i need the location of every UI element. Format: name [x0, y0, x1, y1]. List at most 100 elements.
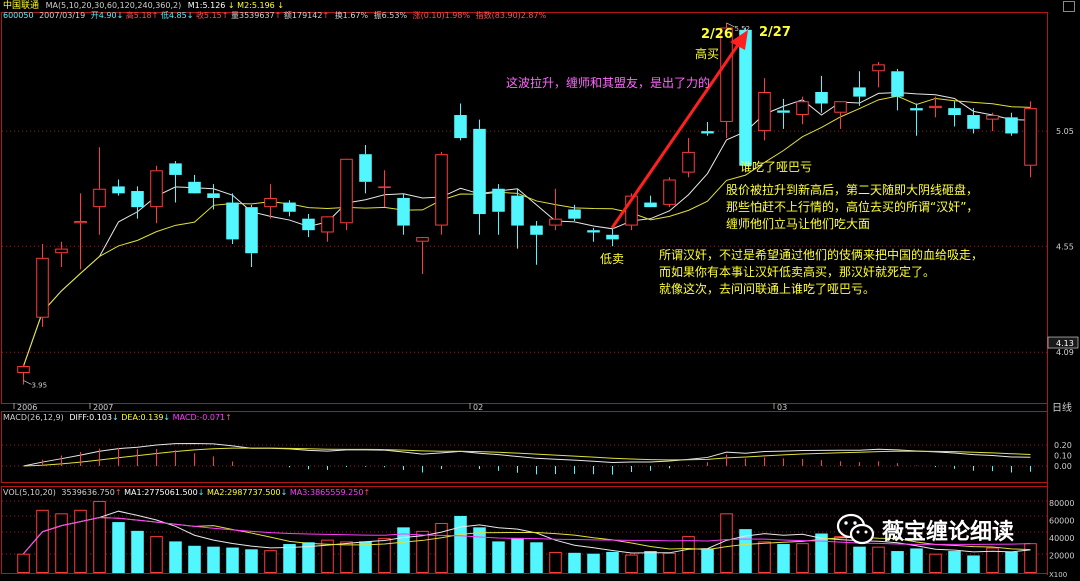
candle-body-up	[93, 188, 106, 208]
vol-ma2: MA2:2987737.500	[206, 488, 281, 497]
candle-body-up	[340, 158, 353, 224]
current-price-tag: 4.13	[1056, 339, 1074, 348]
para2-line: 所谓汉奸，不过是希望通过他们的伎俩来把中国的血给吸走，	[659, 248, 984, 262]
candle-body-down	[397, 197, 410, 226]
candle-body-up	[663, 179, 676, 205]
candle-body-down	[967, 115, 980, 129]
volume-bar-down	[644, 551, 657, 573]
volume-bar-down	[587, 553, 600, 573]
candle-body-down	[701, 131, 714, 134]
candle-body-down	[568, 209, 581, 219]
annotation-high-buy: 高买	[695, 47, 720, 61]
vol-header: VOL(5,10,20) 3539636.750↑ MA1:2775061.50…	[3, 488, 371, 497]
annotation-low-sell: 低卖	[600, 252, 625, 266]
volume-bar-down	[207, 546, 220, 573]
annotation-date-b: 2/27	[759, 25, 791, 40]
volume-bar-down	[492, 541, 505, 573]
stock-title: 中国联通	[3, 1, 40, 11]
para1-line: 缠师他们立马让他们吃大面	[726, 217, 871, 231]
price-tick-label: 4.09	[1056, 348, 1074, 357]
index-value: 指数(83.90)2.87%	[475, 11, 547, 20]
candle-body-up	[378, 186, 391, 188]
high-marker-label: 5.52	[735, 25, 751, 33]
volume-bar-up	[720, 513, 733, 573]
candle-body-down	[587, 230, 600, 233]
date-tick-label: 03	[777, 403, 787, 412]
open-price: 开4.90	[90, 11, 117, 20]
volume-bar-down	[226, 547, 239, 573]
volume-bar-up	[74, 509, 87, 573]
volume-bar-up	[1024, 543, 1037, 574]
volume-bar-down	[359, 541, 372, 573]
candle-body-up	[321, 216, 334, 233]
candle-body-down	[302, 218, 315, 231]
vol-tick-label: 60000	[1049, 516, 1074, 525]
arrow-shaft	[610, 41, 742, 229]
candle-body-down	[283, 202, 296, 212]
close-price: 收5.15	[195, 11, 222, 20]
volume-bar-down	[245, 549, 258, 573]
candle-body-up	[872, 64, 885, 72]
amount-value: 额179142	[283, 11, 323, 20]
candle-body-up	[150, 170, 163, 208]
candle-body-down	[188, 181, 201, 194]
watermark: 薇宝缠论细读	[836, 513, 1014, 547]
candle-body-down	[169, 163, 182, 175]
wechat-icon	[836, 513, 875, 545]
candle-body-down	[891, 71, 904, 97]
candle-body-down	[359, 154, 372, 182]
candle-body-up	[17, 366, 30, 373]
candle-body-up	[416, 237, 429, 242]
watermark-text: 薇宝缠论细读	[882, 520, 1015, 545]
candle-body-up	[682, 151, 695, 173]
candle-body-up	[1024, 108, 1037, 166]
volume-bar-down	[701, 548, 714, 573]
volume-bar-down	[112, 522, 125, 573]
low-marker-line	[23, 380, 32, 385]
macd-tick-label: 0.00	[1054, 462, 1072, 471]
macd-tick-label: 0.10	[1054, 452, 1072, 461]
volume-value: 量3539637	[231, 11, 275, 20]
annotation-para-2: 所谓汉奸，不过是希望通过他们的伎俩来把中国的血给吸走， 而如果你有本事让汉奸低卖…	[659, 247, 983, 298]
volume-bar-down	[853, 546, 866, 573]
annotation-para-1: 股价被拉升到新高后，第二天随即大阴线砸盘， 那些怕赶不上行情的，高位去买的所谓“…	[726, 182, 978, 233]
candle-body-up	[74, 220, 87, 224]
candle-body-down	[112, 186, 125, 194]
macd-value: MACD:-0.071	[172, 413, 226, 422]
volume-bar-down	[169, 541, 182, 573]
candle-body-up	[549, 218, 562, 226]
para1-line: 股价被拉升到新高后，第二天随即大阴线砸盘，	[726, 183, 979, 197]
volume-bar-up	[93, 501, 106, 573]
vol-ma1: MA1:2775061.500	[124, 488, 198, 497]
candle-body-down	[777, 110, 790, 113]
volume-bar-up	[758, 541, 771, 574]
scroll-box[interactable]	[1063, 1, 1075, 12]
volume-bar-down	[131, 530, 144, 573]
volume-bar-up	[663, 552, 676, 573]
volume-bar-down	[530, 542, 543, 573]
change-value: 涨(0.10)1.98%	[412, 11, 471, 20]
candle-body-down	[226, 202, 239, 240]
vol-tick-label: 80000	[1049, 499, 1074, 508]
annotation-date-a: 2/26	[701, 27, 733, 42]
volume-bar-down	[283, 544, 296, 573]
daily-axis-label: 日线	[1052, 403, 1072, 414]
volume-bar-down	[891, 551, 904, 573]
volume-bar-down	[473, 527, 486, 573]
annotation-who-lost: 谁吃了哑巴亏	[740, 160, 813, 174]
volume-bar-up	[682, 536, 695, 574]
volume-bar-up	[625, 554, 638, 573]
price-tick-label: 5.05	[1056, 127, 1074, 136]
volume-bar-up	[340, 541, 353, 574]
vol-label: VOL(5,10,20)	[3, 488, 56, 497]
candle-body-up	[834, 101, 847, 113]
candle-body-down	[131, 191, 144, 208]
candle-body-down	[492, 188, 505, 212]
para1-line: 那些怕赶不上行情的，高位去买的所谓“汉奸”，	[726, 200, 979, 214]
header-row-1: 中国联通 MA(5,10,20,30,60,120,240,360,2) M1:…	[3, 1, 285, 11]
candle-body-up	[796, 101, 809, 116]
macd-header: MACD(26,12,9) DIFF:0.103↓ DEA:0.139↓ MAC…	[3, 413, 232, 422]
vol-value: 3539636.750	[61, 488, 115, 497]
candle-body-down	[511, 195, 524, 226]
candle-body-down	[815, 92, 828, 104]
